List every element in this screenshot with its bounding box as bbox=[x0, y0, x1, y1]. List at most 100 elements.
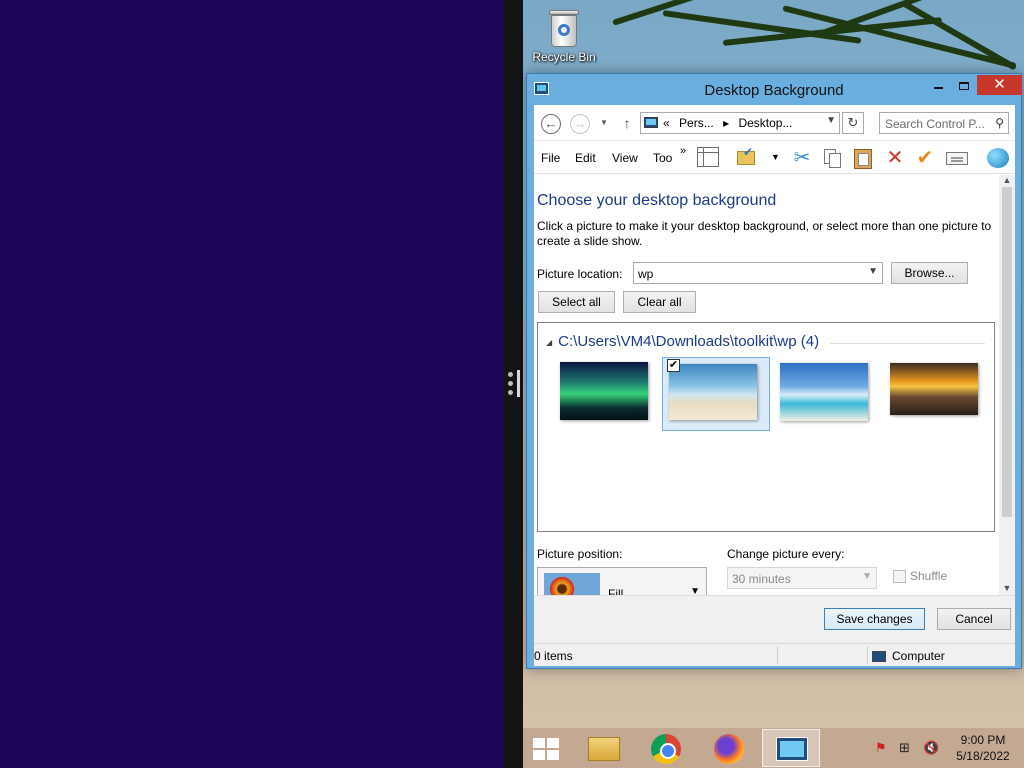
network-icon[interactable]: ⊞ bbox=[899, 740, 910, 756]
breadcrumb: « Pers... ▸ Desktop... bbox=[663, 116, 798, 130]
copy-icon[interactable] bbox=[821, 147, 843, 169]
scroll-up-arrow-icon[interactable]: ▲ bbox=[999, 175, 1015, 185]
back-arrow-icon: ← bbox=[544, 116, 558, 131]
status-item-count: 0 items bbox=[534, 649, 573, 663]
breadcrumb-separator[interactable]: ▸ bbox=[723, 116, 729, 130]
windows-logo-pane bbox=[547, 750, 559, 760]
search-placeholder: Search Control P... bbox=[885, 117, 985, 131]
change-interval-select[interactable]: 30 minutes ▼ bbox=[727, 567, 877, 589]
windows-logo-icon bbox=[533, 738, 545, 748]
splitter-handle[interactable] bbox=[517, 370, 520, 397]
clock-date: 5/18/2022 bbox=[956, 749, 1010, 763]
shuffle-label: Shuffle bbox=[910, 569, 948, 583]
picture-location-select[interactable]: wp ▼ bbox=[633, 262, 883, 284]
breadcrumb-desktop-background[interactable]: Desktop... bbox=[738, 116, 792, 130]
taskbar: ⚑ ⊞ 🔇 9:00 PM 5/18/2022 bbox=[523, 728, 1024, 768]
thumbnail-image bbox=[560, 362, 648, 420]
save-changes-button[interactable]: Save changes bbox=[824, 608, 925, 630]
forward-arrow-icon: → bbox=[573, 116, 587, 131]
scroll-down-arrow-icon[interactable]: ▼ bbox=[999, 583, 1015, 593]
up-arrow-icon: ↑ bbox=[623, 115, 631, 131]
thumbnail-tropical-island[interactable] bbox=[772, 357, 880, 431]
picture-location-value: wp bbox=[638, 267, 654, 281]
taskbar-chrome[interactable] bbox=[637, 729, 695, 767]
paste-icon[interactable] bbox=[852, 147, 874, 169]
folder-check-icon[interactable]: ✔ bbox=[737, 145, 759, 169]
picture-position-select[interactable]: Fill ▼ bbox=[537, 567, 707, 595]
shuffle-checkbox[interactable]: Shuffle bbox=[893, 569, 948, 584]
menu-overflow-chevron[interactable]: » bbox=[680, 145, 686, 157]
taskbar-control-panel[interactable] bbox=[762, 729, 820, 767]
cut-icon[interactable]: ✂ bbox=[791, 147, 813, 169]
status-location-label: Computer bbox=[892, 649, 945, 663]
navigation-bar: ← → ▼ ↑ « Pers... ▸ Desktop... ▼ ↻ Searc… bbox=[534, 105, 1015, 141]
breadcrumb-personalization[interactable]: Pers... bbox=[679, 116, 714, 130]
computer-icon bbox=[872, 651, 886, 663]
check-icon[interactable]: ✔ bbox=[914, 147, 936, 169]
menu-tools[interactable]: Too bbox=[653, 151, 675, 165]
thumbnail-image bbox=[669, 364, 757, 420]
menu-edit[interactable]: Edit bbox=[575, 151, 596, 165]
search-icon[interactable]: ⚲ bbox=[995, 116, 1004, 130]
title-bar[interactable]: Desktop Background ✕ bbox=[527, 74, 1022, 105]
thumbnail-sunset-pier[interactable] bbox=[882, 357, 990, 431]
thumbnail-image bbox=[890, 363, 978, 415]
web-icon[interactable] bbox=[987, 147, 1009, 169]
vertical-scrollbar[interactable]: ▲ ▼ bbox=[999, 175, 1015, 595]
clear-all-button[interactable]: Clear all bbox=[623, 291, 696, 313]
recycle-bin-icon bbox=[548, 4, 580, 48]
palm-frond bbox=[901, 0, 1018, 71]
splitter-dot bbox=[508, 390, 513, 395]
up-button[interactable]: ↑ bbox=[620, 114, 634, 132]
group-path: C:\Users\VM4\Downloads\toolkit\wp (4) bbox=[558, 333, 820, 350]
content-area: Choose your desktop background Click a p… bbox=[534, 175, 999, 595]
cancel-button[interactable]: Cancel bbox=[937, 608, 1011, 630]
change-interval-value: 30 minutes bbox=[732, 572, 791, 586]
recent-locations-button[interactable]: ▼ bbox=[598, 115, 610, 131]
back-button[interactable]: ← bbox=[541, 114, 561, 134]
collapse-triangle-icon[interactable]: ◢ bbox=[546, 338, 552, 347]
splitter-dot bbox=[508, 372, 513, 377]
file-explorer-icon bbox=[588, 737, 620, 761]
select-all-button[interactable]: Select all bbox=[538, 291, 615, 313]
scrollbar-thumb[interactable] bbox=[1002, 187, 1012, 517]
close-button[interactable]: ✕ bbox=[977, 75, 1022, 95]
picture-position-label: Picture position: bbox=[537, 547, 623, 561]
recycle-bin-shortcut[interactable]: Recycle Bin bbox=[529, 4, 599, 64]
control-panel-icon bbox=[776, 737, 808, 761]
refresh-button[interactable]: ↻ bbox=[842, 112, 864, 134]
window-client: ← → ▼ ↑ « Pers... ▸ Desktop... ▼ ↻ Searc… bbox=[534, 105, 1015, 666]
minimize-button[interactable] bbox=[925, 75, 951, 95]
start-button[interactable] bbox=[533, 738, 559, 760]
system-clock[interactable]: 9:00 PM 5/18/2022 bbox=[948, 732, 1018, 764]
action-center-flag-icon[interactable]: ⚑ bbox=[875, 740, 887, 756]
maximize-button[interactable] bbox=[951, 75, 977, 95]
thumbnail-image bbox=[780, 363, 868, 421]
status-bar: 0 items Computer bbox=[534, 643, 1015, 666]
volume-muted-icon[interactable]: 🔇 bbox=[923, 740, 939, 756]
pane-icon[interactable] bbox=[697, 147, 719, 167]
dialog-buttons: Save changes Cancel bbox=[534, 595, 1015, 643]
group-header[interactable]: ◢ C:\Users\VM4\Downloads\toolkit\wp (4) bbox=[546, 333, 819, 350]
taskbar-file-explorer[interactable] bbox=[574, 729, 632, 767]
browse-button[interactable]: Browse... bbox=[891, 262, 968, 284]
menu-view[interactable]: View bbox=[612, 151, 638, 165]
snap-splitter[interactable] bbox=[503, 0, 523, 768]
chevron-down-icon[interactable]: ▼ bbox=[771, 152, 780, 162]
taskbar-firefox[interactable] bbox=[700, 729, 758, 767]
address-dropdown-icon[interactable]: ▼ bbox=[826, 115, 836, 126]
forward-button[interactable]: → bbox=[570, 114, 590, 134]
address-bar[interactable]: « Pers... ▸ Desktop... ▼ bbox=[640, 112, 840, 134]
breadcrumb-overflow[interactable]: « bbox=[663, 116, 670, 130]
checkbox-box[interactable] bbox=[893, 570, 906, 584]
thumbnail-aurora-forest[interactable] bbox=[540, 357, 648, 431]
minimize-icon bbox=[933, 86, 943, 89]
desktop-background-window: Desktop Background ✕ ← → ▼ ↑ « Pers... ▸… bbox=[526, 73, 1022, 669]
windows-logo-pane bbox=[547, 738, 559, 748]
firefox-icon bbox=[714, 734, 744, 764]
menu-file[interactable]: File bbox=[541, 151, 560, 165]
delete-icon[interactable]: ✕ bbox=[884, 147, 906, 169]
thumbnail-checkbox[interactable]: ✔ bbox=[667, 359, 680, 372]
search-input[interactable]: Search Control P... ⚲ bbox=[879, 112, 1009, 134]
properties-icon[interactable] bbox=[945, 147, 968, 169]
